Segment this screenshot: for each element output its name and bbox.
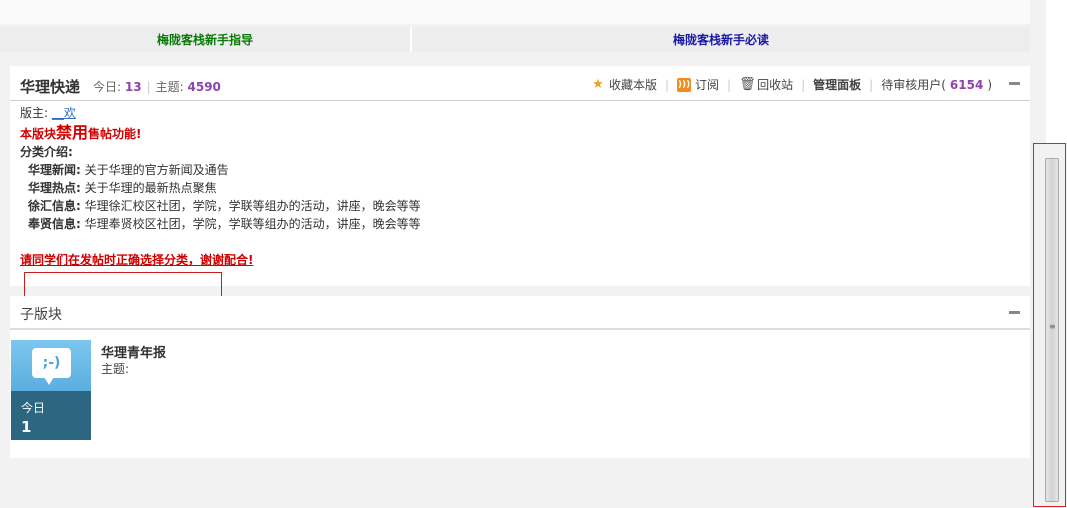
star-icon: ★: [592, 76, 604, 92]
favorite-label: 收藏本版: [608, 78, 657, 92]
pending-close: ): [987, 77, 992, 92]
pending-label: 待审核用户(: [881, 78, 946, 92]
tile-today-label: 今日: [21, 401, 46, 415]
tile-stats: 今日 1: [11, 391, 91, 440]
tile-icon-area: ;-): [11, 340, 91, 391]
subforum-title: 子版块: [20, 307, 62, 323]
scrollbar[interactable]: ≡: [1033, 143, 1066, 507]
trash-icon: 🗑: [739, 76, 756, 92]
forum-actions: ★ 收藏本版 | ))) 订阅 | 🗑 回收站 | 管理面板 | 待审核用户(6…: [591, 76, 992, 93]
pending-count: 6154: [949, 77, 984, 92]
pending-users-link[interactable]: 待审核用户(6154): [881, 76, 992, 93]
today-count: 13: [124, 80, 142, 94]
notice-pre: 本版块: [20, 127, 57, 141]
moderator-link[interactable]: __欢: [52, 106, 76, 120]
notice-big: 禁用: [56, 123, 89, 142]
subforum-name-link[interactable]: 华理青年报: [101, 342, 166, 361]
forum-stats: 今日: 13 | 主题: 4590: [93, 80, 221, 94]
favorite-button[interactable]: ★ 收藏本版: [591, 76, 657, 93]
forum-header: 华理快递 今日: 13 | 主题: 4590 ★ 收藏本版 | ))) 订阅 | 🗑…: [10, 66, 1030, 101]
category-notice: 请同学们在发帖时正确选择分类，谢谢配合!: [20, 253, 254, 267]
sale-notice: 本版块禁用售帖功能!: [20, 124, 421, 143]
category-desc: 华理徐汇校区社团，学院，学联等组办的活动，讲座，晚会等等: [84, 199, 421, 213]
newbie-must-read-link[interactable]: 梅陇客栈新手必读: [412, 27, 1030, 52]
category-desc: 华理奉贤校区社团，学院，学联等组办的活动，讲座，晚会等等: [84, 217, 421, 231]
subscribe-label: 订阅: [695, 78, 720, 92]
today-label: 今日:: [93, 80, 122, 94]
moderator-line: 版主: __欢: [20, 104, 421, 122]
subforum-tile[interactable]: ;-) 今日 1: [11, 340, 91, 440]
guide-bar: 梅陇客栈新手指导 梅陇客栈新手必读: [0, 27, 1030, 52]
category-row: 华理新闻: 关于华理的官方新闻及通告: [20, 161, 421, 179]
category-row: 华理热点: 关于华理的最新热点聚焦: [20, 179, 421, 197]
scrollbar-thumb[interactable]: ≡: [1045, 158, 1059, 502]
manage-panel-link[interactable]: 管理面板: [813, 76, 861, 93]
chat-bubble-icon: ;-): [32, 348, 71, 385]
newbie-guide-link[interactable]: 梅陇客栈新手指导: [0, 27, 412, 52]
forum-panel: 华理快递 今日: 13 | 主题: 4590 ★ 收藏本版 | ))) 订阅 | 🗑…: [10, 66, 1030, 286]
collapse-icon[interactable]: [1009, 82, 1020, 85]
grip-icon: ≡: [1049, 322, 1056, 331]
recycle-label: 回收站: [757, 78, 794, 92]
moderator-label: 版主:: [20, 106, 49, 120]
forum-description: 版主: __欢 本版块禁用售帖功能! 分类介绍: 华理新闻: 关于华理的官方新闻…: [20, 104, 421, 269]
category-desc: 关于华理的最新热点聚焦: [84, 181, 217, 195]
recycle-bin-button[interactable]: 🗑 回收站: [739, 76, 793, 93]
subscribe-button[interactable]: ))) 订阅: [677, 76, 719, 93]
category-desc: 关于华理的官方新闻及通告: [84, 163, 229, 177]
tile-today-count: 1: [21, 418, 32, 436]
category-row: 徐汇信息: 华理徐汇校区社团，学院，学联等组办的活动，讲座，晚会等等: [20, 197, 421, 215]
topics-count: 4590: [187, 80, 221, 94]
subforum-panel: 子版块 ;-) 今日 1 华理青年报 主题:: [10, 296, 1030, 458]
category-name: 徐汇信息:: [28, 199, 81, 213]
category-name: 华理热点:: [28, 181, 81, 195]
collapse-icon[interactable]: [1009, 311, 1020, 314]
topics-label: 主题:: [155, 80, 184, 94]
scroll-rail: [1046, 0, 1067, 143]
top-strip: [0, 0, 1030, 24]
subforum-header: 子版块: [10, 296, 1030, 330]
category-name: 华理新闻:: [28, 163, 81, 177]
category-name: 奉贤信息:: [28, 217, 81, 231]
categories-title: 分类介绍:: [20, 145, 73, 159]
rss-icon: ))): [677, 77, 692, 92]
category-row: 奉贤信息: 华理奉贤校区社团，学院，学联等组办的活动，讲座，晚会等等: [20, 215, 421, 233]
forum-title: 华理快递: [20, 78, 81, 96]
notice-post: 售帖功能!: [88, 127, 142, 141]
subforum-topics: 主题:: [101, 362, 130, 376]
